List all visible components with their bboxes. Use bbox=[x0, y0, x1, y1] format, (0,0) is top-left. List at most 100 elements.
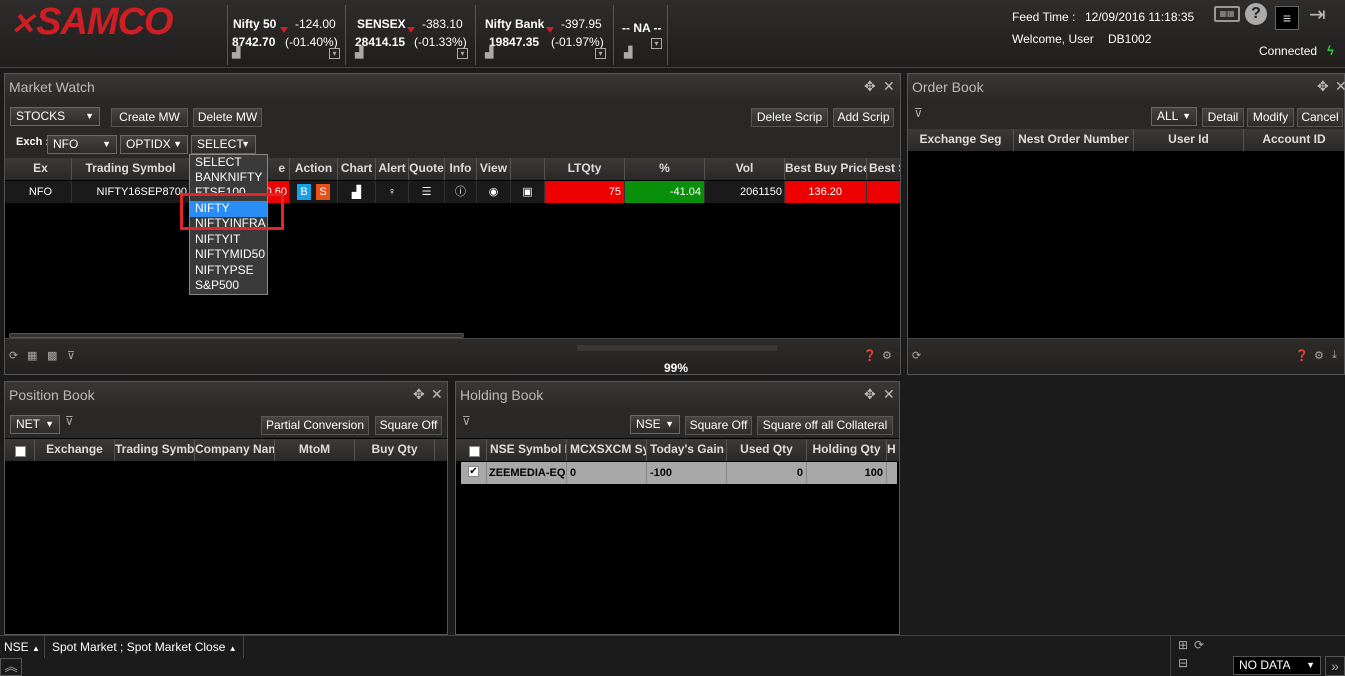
expand-icon[interactable]: ▾ bbox=[457, 48, 468, 59]
close-icon[interactable]: ✕ bbox=[883, 386, 895, 403]
delete-scrip-button[interactable]: Delete Scrip bbox=[751, 108, 828, 127]
expand-icon[interactable]: ▾ bbox=[595, 48, 606, 59]
col-vol[interactable]: Vol bbox=[705, 158, 785, 180]
col-nest-order[interactable]: Nest Order Number bbox=[1014, 129, 1134, 151]
option-sp500[interactable]: S&P500 bbox=[190, 278, 267, 294]
keyboard-icon[interactable]: ▦▦ bbox=[1214, 6, 1240, 22]
col-used-qty[interactable]: Used Qty bbox=[727, 439, 807, 461]
col-trading-symbol[interactable]: Trading Symbol bbox=[72, 158, 190, 180]
expand-icon[interactable]: ▾ bbox=[651, 38, 662, 49]
refresh-icon[interactable]: ⟳ bbox=[1194, 638, 1204, 652]
modify-button[interactable]: Modify bbox=[1247, 108, 1294, 127]
col-pct[interactable]: % bbox=[625, 158, 705, 180]
square-off-button[interactable]: Square Off bbox=[375, 416, 442, 435]
square-off-all-collateral-button[interactable]: Square off all Collateral bbox=[757, 416, 893, 435]
refresh-icon[interactable]: ⟳ bbox=[9, 349, 18, 362]
row-checkbox-checked-icon[interactable]: ✔ bbox=[468, 466, 479, 477]
col-h[interactable]: H bbox=[887, 439, 899, 461]
col-chart[interactable]: Chart bbox=[338, 158, 376, 180]
gear-icon[interactable]: ⚙ bbox=[1314, 349, 1324, 362]
cancel-button[interactable]: Cancel bbox=[1297, 108, 1343, 127]
col-account-id[interactable]: Account ID bbox=[1244, 129, 1344, 151]
exchange-select[interactable]: NFO bbox=[47, 135, 117, 154]
col-mcx-symbol[interactable]: MCXSXCM Sy bbox=[567, 439, 647, 461]
index-niftybank[interactable]: Nifty Bank -397.95 19847.35 (-01.97%) ▟ … bbox=[475, 5, 612, 65]
table-view-icon[interactable]: ▦ bbox=[27, 349, 37, 362]
select-all-checkbox[interactable] bbox=[15, 446, 26, 457]
logout-icon[interactable]: ⇥ bbox=[1309, 2, 1326, 27]
filter-icon[interactable]: ⊽ bbox=[65, 414, 74, 428]
index-na[interactable]: -- NA -- ▟ ▾ bbox=[613, 5, 668, 65]
col-exchange[interactable]: Exchange bbox=[35, 439, 115, 461]
buy-button[interactable]: B bbox=[297, 184, 311, 200]
option-select[interactable]: SELECT bbox=[190, 155, 267, 171]
col-nse-symbol[interactable]: NSE Symbol I bbox=[487, 439, 567, 461]
move-icon[interactable]: ✥ bbox=[1317, 78, 1329, 95]
add-icon[interactable]: ⊞ bbox=[1178, 638, 1188, 652]
option-banknifty[interactable]: BANKNIFTY bbox=[190, 170, 267, 186]
square-off-button[interactable]: Square Off bbox=[685, 416, 752, 435]
market-status-select[interactable]: Spot Market ; Spot Market Close ▲ bbox=[46, 636, 244, 658]
eye-icon[interactable]: ◉ bbox=[477, 181, 511, 203]
col-company-name[interactable]: Company Name bbox=[195, 439, 275, 461]
data-select[interactable]: NO DATA bbox=[1233, 656, 1321, 675]
col-ltqty[interactable]: LTQty bbox=[545, 158, 625, 180]
grid-view-icon[interactable]: ▩ bbox=[47, 349, 57, 362]
col-exchange-seg[interactable]: Exchange Seg bbox=[908, 129, 1014, 151]
col-alert[interactable]: Alert bbox=[376, 158, 409, 180]
chart-icon[interactable]: ▟ bbox=[485, 46, 493, 59]
table-row[interactable]: NFO NIFTY16SEP8700 0.60 B S ▟ ♀ ☰ ⓘ ◉ ▣ … bbox=[5, 181, 900, 203]
close-icon[interactable]: ✕ bbox=[1335, 78, 1345, 95]
refresh-icon[interactable]: ⟳ bbox=[912, 349, 921, 362]
position-type-select[interactable]: NET bbox=[10, 415, 60, 434]
add-scrip-button[interactable]: Add Scrip bbox=[833, 108, 894, 127]
close-icon[interactable]: ✕ bbox=[431, 386, 443, 403]
help-icon[interactable]: ❓ bbox=[863, 349, 877, 362]
symbol-select[interactable]: SELECT bbox=[191, 135, 256, 154]
col-trading-symbol[interactable]: Trading Symbol bbox=[115, 439, 195, 461]
delete-mw-button[interactable]: Delete MW bbox=[193, 108, 262, 127]
col-mtom[interactable]: MtoM bbox=[275, 439, 355, 461]
col-view[interactable]: View bbox=[477, 158, 511, 180]
col-user-id[interactable]: User Id bbox=[1134, 129, 1244, 151]
expand-icon[interactable]: ▾ bbox=[329, 48, 340, 59]
double-chevron-right-icon[interactable]: » bbox=[1325, 656, 1345, 676]
move-icon[interactable]: ✥ bbox=[864, 386, 876, 403]
sell-button[interactable]: S bbox=[316, 184, 330, 200]
option-niftypse[interactable]: NIFTYPSE bbox=[190, 263, 267, 279]
create-mw-button[interactable]: Create MW bbox=[111, 108, 188, 127]
expand-up-icon[interactable]: ︽ bbox=[0, 658, 22, 676]
option-niftyit[interactable]: NIFTYIT bbox=[190, 232, 267, 248]
download-icon[interactable]: ⤓ bbox=[1332, 349, 1337, 362]
exchange-status-select[interactable]: NSE ▲ bbox=[0, 636, 45, 658]
index-nifty50[interactable]: Nifty 50 -124.00 8742.70 (-01.40%) ▟ ▾ bbox=[227, 5, 344, 65]
filter-icon[interactable]: ⊽ bbox=[914, 106, 923, 120]
col-best-sell[interactable]: Best S bbox=[867, 158, 900, 180]
table-row[interactable]: ✔ ZEEMEDIA-EQ 0 -100 0 100 bbox=[461, 462, 897, 484]
col-info[interactable]: Info bbox=[445, 158, 477, 180]
help-icon[interactable]: ❓ bbox=[1295, 349, 1309, 362]
filter-icon[interactable]: ⊽ bbox=[462, 414, 471, 428]
filter-icon[interactable]: ⊽ bbox=[67, 349, 75, 362]
chart-icon[interactable]: ▟ bbox=[624, 46, 632, 59]
col-buy-qty[interactable]: Buy Qty bbox=[355, 439, 435, 461]
menu-icon[interactable]: ≡ bbox=[1275, 6, 1299, 30]
instrument-select[interactable]: OPTIDX bbox=[120, 135, 188, 154]
dropdown-icon[interactable]: ▣ bbox=[511, 181, 545, 203]
detail-button[interactable]: Detail bbox=[1202, 108, 1244, 127]
info-icon[interactable]: ⓘ bbox=[445, 181, 477, 203]
holding-exchange-select[interactable]: NSE bbox=[630, 415, 680, 434]
col-holding-qty[interactable]: Holding Qty bbox=[807, 439, 887, 461]
col-todays-gain[interactable]: Today's Gain bbox=[647, 439, 727, 461]
move-icon[interactable]: ✥ bbox=[413, 386, 425, 403]
col-action[interactable]: Action bbox=[290, 158, 338, 180]
quote-icon[interactable]: ☰ bbox=[409, 181, 445, 203]
watchlist-select[interactable]: STOCKS bbox=[10, 107, 100, 126]
chart-icon[interactable]: ▟ bbox=[338, 181, 376, 203]
close-icon[interactable]: ✕ bbox=[883, 78, 895, 95]
col-quote[interactable]: Quote bbox=[409, 158, 445, 180]
help-icon[interactable]: ? bbox=[1245, 3, 1267, 25]
col-best-buy[interactable]: Best Buy Price bbox=[785, 158, 867, 180]
order-filter-select[interactable]: ALL bbox=[1151, 107, 1197, 126]
col-ex[interactable]: Ex bbox=[10, 158, 72, 180]
